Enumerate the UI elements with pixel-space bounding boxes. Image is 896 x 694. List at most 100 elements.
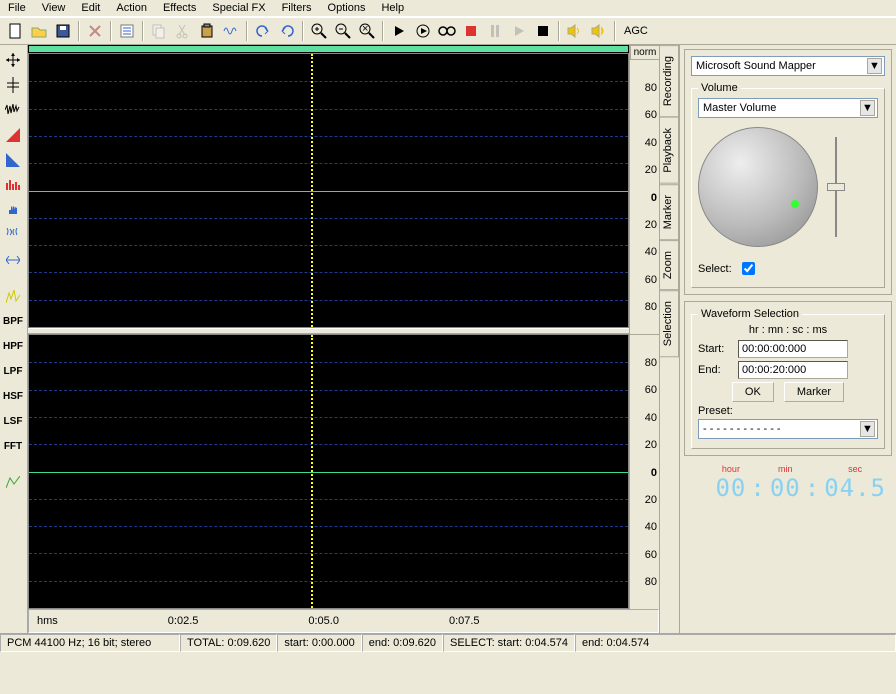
- menu-action[interactable]: Action: [116, 2, 147, 14]
- status-start: start: 0:00.000: [277, 634, 361, 652]
- scale-tick: 60: [645, 274, 657, 286]
- menu-effects[interactable]: Effects: [163, 2, 196, 14]
- select-checkbox[interactable]: [742, 262, 755, 275]
- tool-bpf[interactable]: BPF: [2, 310, 24, 332]
- playhead[interactable]: [311, 54, 313, 327]
- stop-button[interactable]: [532, 20, 554, 42]
- speaker-left-icon[interactable]: [564, 20, 586, 42]
- tool-marker-icon[interactable]: [2, 74, 24, 96]
- properties-button[interactable]: [116, 20, 138, 42]
- speaker-right-icon[interactable]: [588, 20, 610, 42]
- time-tick: 0:05.0: [308, 615, 339, 627]
- menu-help[interactable]: Help: [381, 2, 404, 14]
- right-sidebar: Recording Playback Marker Zoom Selection…: [660, 45, 896, 633]
- pan-knob[interactable]: [698, 127, 818, 247]
- mix-paste-button[interactable]: [220, 20, 242, 42]
- ok-button[interactable]: OK: [732, 382, 774, 402]
- tool-noise-icon[interactable]: [2, 99, 24, 121]
- end-label: End:: [698, 364, 732, 376]
- menu-view[interactable]: View: [42, 2, 66, 14]
- status-select-end: end: 0:04.574: [575, 634, 896, 652]
- play-button[interactable]: [388, 20, 410, 42]
- start-input[interactable]: [738, 340, 848, 358]
- scale-tick: 20: [645, 219, 657, 231]
- start-label: Start:: [698, 343, 732, 355]
- clock-min: 00: [770, 474, 801, 502]
- paste-button[interactable]: [196, 20, 218, 42]
- pause-button[interactable]: [484, 20, 506, 42]
- open-button[interactable]: [28, 20, 50, 42]
- tool-hand-icon[interactable]: [2, 199, 24, 221]
- tool-hsf[interactable]: HSF: [2, 385, 24, 407]
- status-total: TOTAL: 0:09.620: [180, 634, 277, 652]
- save-button[interactable]: [52, 20, 74, 42]
- waveform-top[interactable]: [28, 53, 629, 328]
- undo-button[interactable]: [252, 20, 274, 42]
- new-button[interactable]: [4, 20, 26, 42]
- tab-selection[interactable]: Selection: [660, 290, 679, 357]
- scale-norm-label: norm: [630, 45, 660, 60]
- timeline-strip[interactable]: [28, 45, 629, 53]
- scale-tick: 80: [645, 82, 657, 94]
- scale-tick: 40: [645, 521, 657, 533]
- copy-button[interactable]: [148, 20, 170, 42]
- tool-move-icon[interactable]: [2, 49, 24, 71]
- scale-tick: 20: [645, 164, 657, 176]
- zoom-fit-button[interactable]: ×: [356, 20, 378, 42]
- record-button[interactable]: [460, 20, 482, 42]
- tool-peak-icon[interactable]: [2, 285, 24, 307]
- scale-tick: 60: [645, 109, 657, 121]
- chevron-down-icon: ▼: [860, 421, 875, 437]
- tab-playback[interactable]: Playback: [660, 117, 679, 184]
- delete-button[interactable]: [84, 20, 106, 42]
- tool-flip-icon[interactable]: [2, 249, 24, 271]
- tool-echo-icon[interactable]: [2, 224, 24, 246]
- tool-lsf[interactable]: LSF: [2, 410, 24, 432]
- sound-device-select[interactable]: Microsoft Sound Mapper ▼: [691, 56, 885, 76]
- tool-envelope-icon[interactable]: [2, 471, 24, 493]
- tool-hpf[interactable]: HPF: [2, 335, 24, 357]
- menu-filters[interactable]: Filters: [282, 2, 312, 14]
- preset-select[interactable]: - - - - - - - - - - - - ▼: [698, 419, 878, 439]
- zoom-in-button[interactable]: [308, 20, 330, 42]
- tool-fade-in-icon[interactable]: [2, 124, 24, 146]
- tab-recording[interactable]: Recording: [660, 45, 679, 117]
- scale-tick: 80: [645, 576, 657, 588]
- sound-device-value: Microsoft Sound Mapper: [696, 60, 816, 72]
- time-tick: 0:07.5: [449, 615, 480, 627]
- loop-button[interactable]: [436, 20, 458, 42]
- tool-spectrum-icon[interactable]: [2, 174, 24, 196]
- svg-text:×: ×: [362, 23, 368, 35]
- select-label: Select:: [698, 263, 732, 275]
- clock-hour: 00: [715, 474, 746, 502]
- tab-marker[interactable]: Marker: [660, 184, 679, 240]
- tool-lpf[interactable]: LPF: [2, 360, 24, 382]
- redo-button[interactable]: [276, 20, 298, 42]
- menu-options[interactable]: Options: [328, 2, 366, 14]
- scale-tick: 60: [645, 549, 657, 561]
- tab-zoom[interactable]: Zoom: [660, 240, 679, 290]
- menu-file[interactable]: File: [8, 2, 26, 14]
- agc-label[interactable]: AGC: [620, 25, 652, 37]
- volume-channel-value: Master Volume: [703, 102, 776, 114]
- zoom-out-button[interactable]: [332, 20, 354, 42]
- tool-fft[interactable]: FFT: [2, 435, 24, 457]
- menu-edit[interactable]: Edit: [81, 2, 100, 14]
- play-loop-button[interactable]: [412, 20, 434, 42]
- volume-slider[interactable]: [826, 122, 846, 252]
- scale-tick: 40: [645, 137, 657, 149]
- scale-tick: 0: [651, 192, 657, 204]
- play-selection-button[interactable]: [508, 20, 530, 42]
- tool-fade-out-icon[interactable]: [2, 149, 24, 171]
- chevron-down-icon: ▼: [860, 100, 875, 116]
- scale-tick: 40: [645, 246, 657, 258]
- volume-channel-select[interactable]: Master Volume ▼: [698, 98, 878, 118]
- marker-button[interactable]: Marker: [784, 382, 844, 402]
- menu-specialfx[interactable]: Special FX: [212, 2, 265, 14]
- scale-tick: 20: [645, 439, 657, 451]
- end-input[interactable]: [738, 361, 848, 379]
- scale-tick: 40: [645, 412, 657, 424]
- waveform-bottom[interactable]: [28, 334, 629, 609]
- cut-button[interactable]: [172, 20, 194, 42]
- main-toolbar: × AGC: [0, 17, 896, 45]
